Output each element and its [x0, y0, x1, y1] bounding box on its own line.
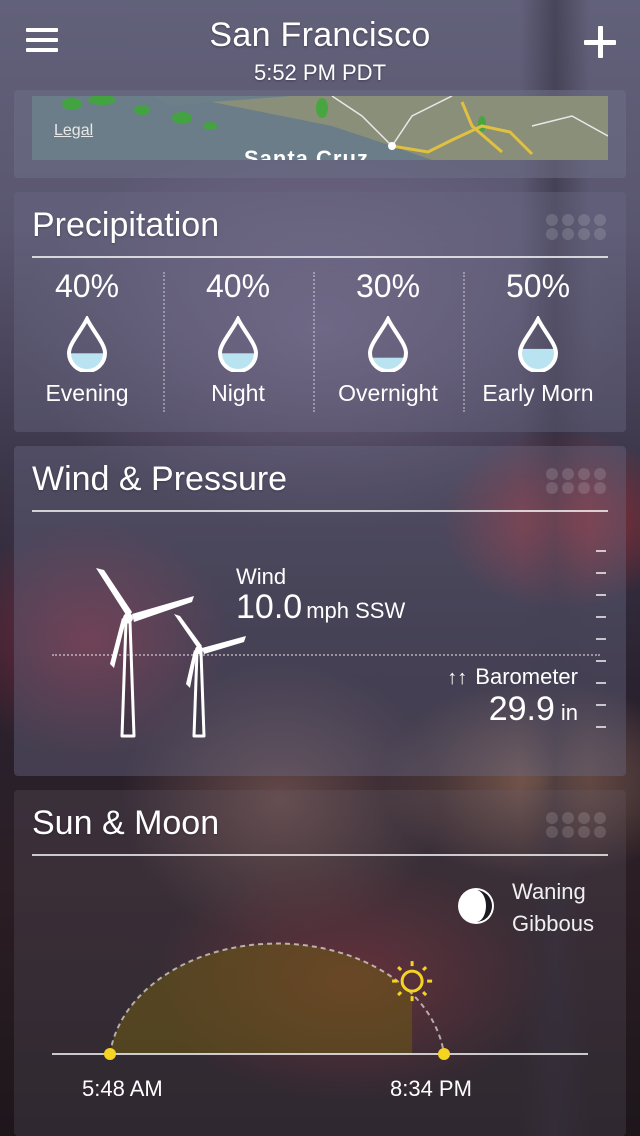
drag-handle-icon[interactable]: [546, 214, 606, 240]
moon-phase-line: Waning: [512, 879, 586, 904]
precip-period: 30% Overnight: [313, 264, 463, 414]
drag-handle-icon[interactable]: [546, 812, 606, 838]
precip-period-label: Evening: [45, 380, 129, 406]
precip-percent: 40%: [54, 268, 120, 304]
wind-pressure-card: Wind & Pressure Wind 10.0 mph SSW ↑↑ Barom…: [14, 446, 626, 776]
wind-reading: 10.0 mph SSW: [236, 588, 405, 627]
wind-pressure-title: Wind & Pressure: [32, 460, 288, 498]
barometer-value: 29.9: [488, 690, 555, 728]
drop-icon: [517, 316, 559, 372]
barometer-reading: 29.9 in: [489, 690, 578, 729]
sun-moon-card: Sun & Moon Waning Gibbous 5:48 AM 8:34 P…: [14, 790, 626, 1136]
drop-icon: [217, 316, 259, 372]
sunset-dot: [438, 1048, 450, 1060]
pressure-scale: [596, 550, 608, 750]
drop-icon: [66, 316, 108, 372]
sun-moon-title: Sun & Moon: [32, 804, 220, 842]
local-time: 5:52 PM PDT: [253, 60, 387, 85]
barometer-unit: in: [560, 700, 578, 725]
barometer-label-row: ↑↑ Barometer: [447, 664, 578, 690]
precip-period-label: Night: [211, 380, 265, 406]
precip-percent: 50%: [505, 268, 571, 304]
map-legal-link[interactable]: Legal: [54, 122, 93, 140]
sun-path-graphic: [52, 942, 588, 1060]
wind-label: Wind: [236, 564, 287, 589]
precip-percent: 40%: [205, 268, 271, 304]
drop-icon: [367, 316, 409, 372]
wind-turbine-icon: [96, 568, 246, 738]
barometer-label: Barometer: [475, 664, 578, 689]
add-location-icon[interactable]: [584, 26, 616, 58]
precip-period-label: Overnight: [338, 380, 438, 406]
map-place-label: Santa Cruz: [244, 146, 369, 160]
map-card[interactable]: Legal Santa Cruz: [14, 90, 626, 178]
city-name: San Francisco: [209, 16, 431, 54]
precipitation-card: Precipitation 40% Evening 40% Night 30%: [14, 192, 626, 432]
precipitation-title: Precipitation: [32, 206, 220, 244]
sunset-time: 8:34 PM: [390, 1076, 472, 1101]
pressure-trend-icon: ↑↑: [447, 667, 468, 689]
sunrise-time: 5:48 AM: [82, 1076, 163, 1101]
sunrise-dot: [104, 1048, 116, 1060]
precip-period: 40% Night: [163, 264, 313, 414]
precip-period: 40% Evening: [12, 264, 162, 414]
drag-handle-icon[interactable]: [546, 468, 606, 494]
radar-map[interactable]: Legal Santa Cruz: [32, 96, 608, 160]
section-divider: [32, 510, 608, 512]
wind-value: 10.0: [236, 588, 303, 626]
header: San Francisco 5:52 PM PDT: [0, 0, 640, 92]
section-divider: [32, 256, 608, 258]
wind-unit: mph SSW: [306, 598, 406, 623]
precip-percent: 30%: [355, 268, 421, 304]
precip-period-label: Early Morn: [482, 380, 594, 406]
section-divider: [32, 854, 608, 856]
precip-period: 50% Early Morn: [463, 264, 613, 414]
